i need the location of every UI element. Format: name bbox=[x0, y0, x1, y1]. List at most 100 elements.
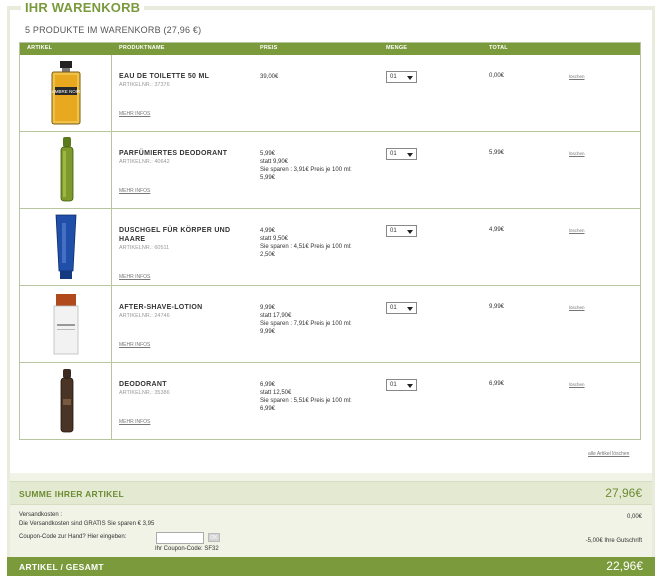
delete-link[interactable]: löschen bbox=[569, 305, 585, 310]
product-image-cell bbox=[20, 132, 112, 208]
shipping-value: 0,00€ bbox=[626, 514, 642, 520]
delete-all-link[interactable]: alle Artikel löschen bbox=[588, 451, 629, 457]
delete-link[interactable]: löschen bbox=[569, 382, 585, 387]
delete-link[interactable]: löschen bbox=[569, 228, 585, 233]
article-number: ARTIKELNR.: 37376 bbox=[119, 82, 170, 88]
price-line: 6,99€ bbox=[260, 382, 276, 388]
row-total: 0,00€ bbox=[489, 73, 505, 79]
summary-panel: SUMME IHRER ARTIKEL 27,96€ Versandkosten… bbox=[10, 473, 652, 557]
row-total: 4,99€ bbox=[489, 227, 505, 233]
grand-total-value: 22,96€ bbox=[606, 559, 643, 573]
product-image-cell bbox=[20, 363, 112, 440]
chevron-down-icon bbox=[407, 153, 413, 157]
price-block: 39,00€ bbox=[260, 73, 385, 81]
shipping-note: Die Versandkosten sind GRATIS Sie sparen… bbox=[19, 521, 155, 527]
price-line: statt 17,90€ bbox=[260, 313, 292, 319]
price-line: statt 9,90€ bbox=[260, 159, 289, 165]
product-name: DUSCHGEL FÜR KÖRPER UND HAARE bbox=[119, 227, 231, 243]
shipping-label: Versandkosten : bbox=[19, 512, 63, 518]
quantity-select[interactable]: 01 bbox=[386, 379, 417, 391]
subtotal-bar: SUMME IHRER ARTIKEL 27,96€ bbox=[10, 481, 652, 505]
row-total: 6,99€ bbox=[489, 381, 505, 387]
price-line: 2,50€ bbox=[260, 252, 276, 258]
header-total: TOTAL bbox=[489, 45, 508, 51]
shower-gel-tube-image[interactable] bbox=[53, 213, 79, 281]
price-line: Sie sparen : 5,51€ Preis je 100 ml: bbox=[260, 398, 352, 404]
price-line: Sie sparen : 4,51€ Preis je 100 ml: bbox=[260, 244, 352, 250]
price-line: 39,00€ bbox=[260, 74, 279, 80]
header-name: PRODUKTNAME bbox=[119, 45, 165, 51]
quantity-value: 01 bbox=[390, 74, 397, 80]
header-article: ARTIKEL bbox=[27, 45, 53, 51]
product-name: EAU DE TOILETTE 50 ML bbox=[119, 73, 210, 80]
header-price: PREIS bbox=[260, 45, 278, 51]
price-line: 5,99€ bbox=[260, 175, 276, 181]
more-info-link[interactable]: MEHR INFOS bbox=[119, 274, 150, 280]
price-line: Sie sparen : 7,91€ Preis je 100 ml: bbox=[260, 321, 352, 327]
product-image-cell: AMBRE NOIR bbox=[20, 55, 112, 131]
price-line: Sie sparen : 3,91€ Preis je 100 ml: bbox=[260, 167, 352, 173]
quantity-select[interactable]: 01 bbox=[386, 148, 417, 160]
price-block: 6,99€ statt 12,50€ Sie sparen : 5,51€ Pr… bbox=[260, 381, 385, 413]
product-name: PARFÜMIERTES DEODORANT bbox=[119, 150, 228, 157]
quantity-select[interactable]: 01 bbox=[386, 302, 417, 314]
cart-table: ARTIKEL PRODUKTNAME PREIS MENGE TOTAL AM… bbox=[19, 42, 641, 440]
more-info-link[interactable]: MEHR INFOS bbox=[119, 111, 150, 117]
grand-total-label: ARTIKEL / GESAMT bbox=[19, 562, 104, 572]
subtotal-label: SUMME IHRER ARTIKEL bbox=[19, 489, 125, 499]
aftershave-bottle-image[interactable] bbox=[52, 294, 80, 356]
table-row: DUSCHGEL FÜR KÖRPER UND HAARE ARTIKELNR.… bbox=[20, 209, 640, 286]
page-title: IHR WARENKORB bbox=[21, 0, 145, 15]
product-name: DEODORANT bbox=[119, 381, 167, 388]
price-line: 5,99€ bbox=[260, 151, 276, 157]
more-info-link[interactable]: MEHR INFOS bbox=[119, 419, 150, 425]
price-line: 6,99€ bbox=[260, 406, 276, 412]
quantity-value: 01 bbox=[390, 151, 397, 157]
price-block: 9,99€ statt 17,90€ Sie sparen : 7,91€ Pr… bbox=[260, 304, 385, 336]
quantity-value: 01 bbox=[390, 305, 397, 311]
coupon-code-text: Ihr Coupon-Code: SF32 bbox=[155, 546, 219, 552]
svg-text:AMBRE NOIR: AMBRE NOIR bbox=[52, 89, 81, 94]
grand-total-bar: ARTIKEL / GESAMT 22,96€ bbox=[7, 557, 655, 576]
quantity-select[interactable]: 01 bbox=[386, 71, 417, 83]
perfume-bottle-image[interactable]: AMBRE NOIR bbox=[50, 61, 82, 125]
header-qty: MENGE bbox=[386, 45, 408, 51]
coupon-credit: -5,00€ Ihre Gutschrift bbox=[585, 538, 642, 544]
coupon-input[interactable] bbox=[156, 532, 204, 544]
deodorant-can-image[interactable] bbox=[58, 369, 76, 433]
quantity-select[interactable]: 01 bbox=[386, 225, 417, 237]
price-line: statt 12,50€ bbox=[260, 390, 292, 396]
price-line: 4,99€ bbox=[260, 228, 276, 234]
row-total: 9,99€ bbox=[489, 304, 505, 310]
delete-link[interactable]: löschen bbox=[569, 74, 585, 79]
deodorant-can-image[interactable] bbox=[58, 137, 76, 203]
more-info-link[interactable]: MEHR INFOS bbox=[119, 188, 150, 194]
chevron-down-icon bbox=[407, 230, 413, 234]
coupon-ok-button[interactable]: OK bbox=[208, 533, 220, 542]
table-row: AFTER-SHAVE-LOTION ARTIKELNR.: 24746 MEH… bbox=[20, 286, 640, 363]
delete-link[interactable]: löschen bbox=[569, 151, 585, 156]
product-image-cell bbox=[20, 286, 112, 362]
coupon-label: Coupon-Code zur Hand? Hier eingeben: bbox=[19, 534, 127, 540]
quantity-value: 01 bbox=[390, 228, 397, 234]
table-header: ARTIKEL PRODUKTNAME PREIS MENGE TOTAL bbox=[20, 43, 640, 55]
article-number: ARTIKELNR.: 24746 bbox=[119, 313, 170, 319]
product-image-cell bbox=[20, 209, 112, 285]
price-block: 4,99€ statt 9,50€ Sie sparen : 4,51€ Pre… bbox=[260, 227, 385, 259]
product-name: AFTER-SHAVE-LOTION bbox=[119, 304, 203, 311]
quantity-value: 01 bbox=[390, 382, 397, 388]
table-row: AMBRE NOIR EAU DE TOILETTE 50 ML ARTIKEL… bbox=[20, 55, 640, 132]
article-number: ARTIKELNR.: 60511 bbox=[119, 245, 170, 251]
chevron-down-icon bbox=[407, 307, 413, 311]
price-line: statt 9,50€ bbox=[260, 236, 289, 242]
article-number: ARTIKELNR.: 35386 bbox=[119, 390, 170, 396]
cart-count: 5 PRODUKTE IM WARENKORB (27,96 €) bbox=[25, 25, 202, 35]
shipping-info: Versandkosten : Die Versandkosten sind G… bbox=[19, 511, 154, 529]
row-total: 5,99€ bbox=[489, 150, 505, 156]
price-block: 5,99€ statt 9,90€ Sie sparen : 3,91€ Pre… bbox=[260, 150, 385, 182]
more-info-link[interactable]: MEHR INFOS bbox=[119, 342, 150, 348]
article-number: ARTIKELNR.: 40642 bbox=[119, 159, 170, 165]
table-row: PARFÜMIERTES DEODORANT ARTIKELNR.: 40642… bbox=[20, 132, 640, 209]
price-line: 9,99€ bbox=[260, 329, 276, 335]
chevron-down-icon bbox=[407, 76, 413, 80]
